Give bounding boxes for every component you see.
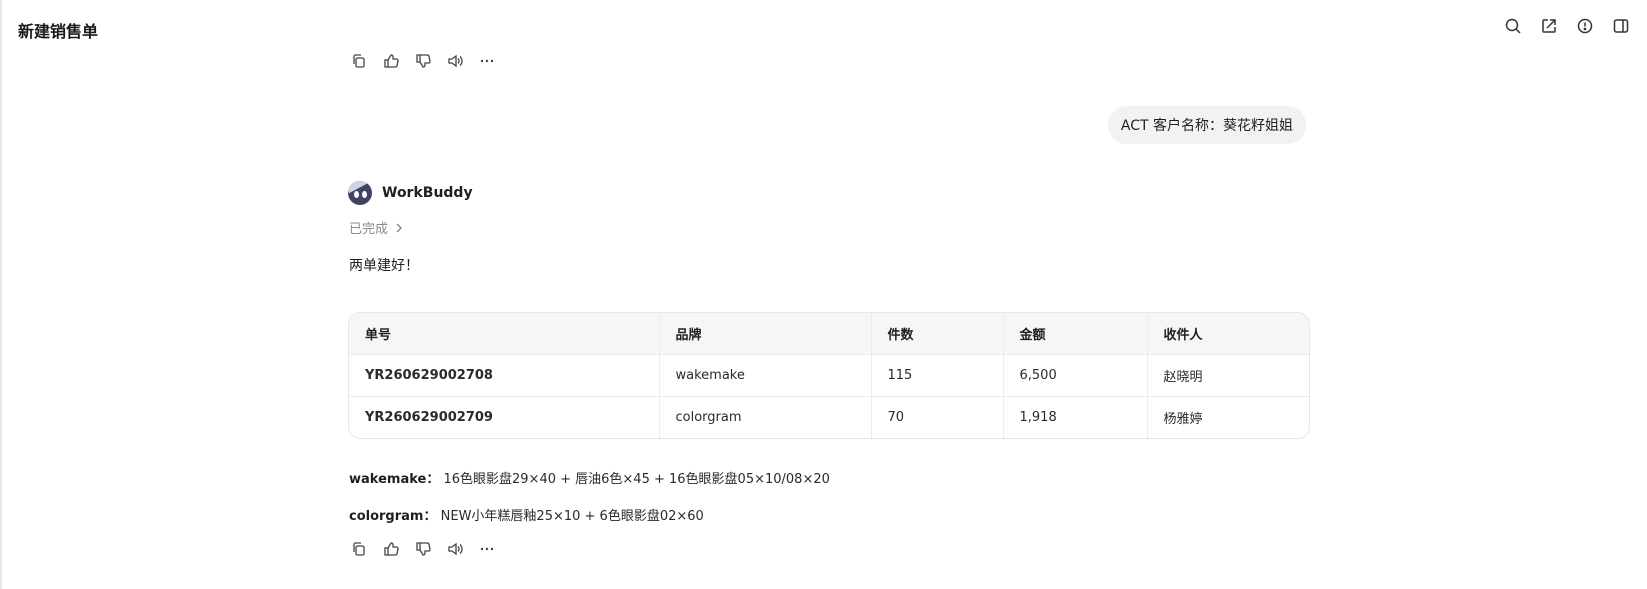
- cell-brand: colorgram: [659, 396, 872, 438]
- share-icon[interactable]: [1539, 16, 1559, 36]
- cell-recipient: 杨雅婷: [1163, 412, 1203, 427]
- col-header-recipient: 收件人: [1147, 313, 1309, 355]
- brand-note-text: 16色眼影盘29×40 + 唇油6色×45 + 16色眼影盘05×10/08×2…: [443, 472, 830, 487]
- message-actions-bottom: [348, 538, 508, 560]
- thumbs-down-icon[interactable]: [412, 538, 434, 560]
- cell-order-no: YR260629002709: [349, 396, 660, 438]
- more-icon[interactable]: [476, 50, 498, 72]
- col-header-order-no: 单号: [349, 313, 660, 355]
- brand-note-label: wakemake：: [349, 472, 440, 487]
- assistant-message-text: 两单建好！: [349, 258, 419, 274]
- cell-recipient: 赵晓明: [1147, 354, 1309, 397]
- user-message-bubble: ACT 客户名称：葵花籽姐姐: [1107, 106, 1306, 144]
- table-header-row: 单号 品牌 件数 金额 收件人: [349, 313, 1309, 355]
- cell-brand: wakemake: [659, 354, 872, 397]
- col-header-brand: 品牌: [659, 313, 872, 355]
- more-icon[interactable]: [476, 538, 498, 560]
- copy-icon[interactable]: [348, 50, 370, 72]
- assistant-name: WorkBuddy: [382, 185, 473, 201]
- task-status-toggle[interactable]: 已完成: [349, 218, 405, 237]
- brand-note-colorgram: colorgram： NEW小年糕唇釉25×10 + 6色眼影盘02×60: [349, 505, 704, 524]
- window-left-border: [0, 0, 2, 589]
- speaker-icon[interactable]: [444, 50, 466, 72]
- col-header-amount: 金额: [1003, 313, 1148, 355]
- table-row: YR260629002709 colorgram 70 1,918 杨雅婷: [349, 396, 1309, 438]
- orders-table: 单号 品牌 件数 金额 收件人 YR260629002708 wakemake …: [348, 312, 1310, 439]
- assistant-avatar: [348, 181, 372, 205]
- task-status-label: 已完成: [349, 222, 389, 237]
- speaker-icon[interactable]: [444, 538, 466, 560]
- chevron-right-icon: [396, 223, 403, 232]
- thumbs-up-icon[interactable]: [380, 538, 402, 560]
- copy-icon[interactable]: [348, 538, 370, 560]
- history-icon[interactable]: [1575, 16, 1595, 36]
- cell-amount: 1,918: [1003, 396, 1148, 438]
- thumbs-down-icon[interactable]: [412, 50, 434, 72]
- sidebar-toggle-icon[interactable]: [1611, 16, 1631, 36]
- brand-note-wakemake: wakemake： 16色眼影盘29×40 + 唇油6色×45 + 16色眼影盘…: [349, 468, 830, 487]
- table-row: YR260629002708 wakemake 115 6,500 赵晓明: [349, 354, 1309, 397]
- brand-note-label: colorgram：: [349, 509, 437, 524]
- assistant-header: WorkBuddy: [348, 181, 473, 205]
- search-icon[interactable]: [1503, 16, 1523, 36]
- message-actions-top: [348, 50, 508, 72]
- page-title: 新建销售单: [18, 22, 99, 41]
- cell-amount: 6,500: [1003, 354, 1148, 397]
- cell-quantity: 70: [871, 396, 1004, 438]
- thumbs-up-icon[interactable]: [380, 50, 402, 72]
- header-toolbar: [1503, 16, 1647, 36]
- col-header-quantity: 件数: [871, 313, 1004, 355]
- brand-note-text: NEW小年糕唇釉25×10 + 6色眼影盘02×60: [440, 509, 704, 524]
- cell-quantity: 115: [871, 354, 1004, 397]
- cell-order-no: YR260629002708: [349, 354, 660, 397]
